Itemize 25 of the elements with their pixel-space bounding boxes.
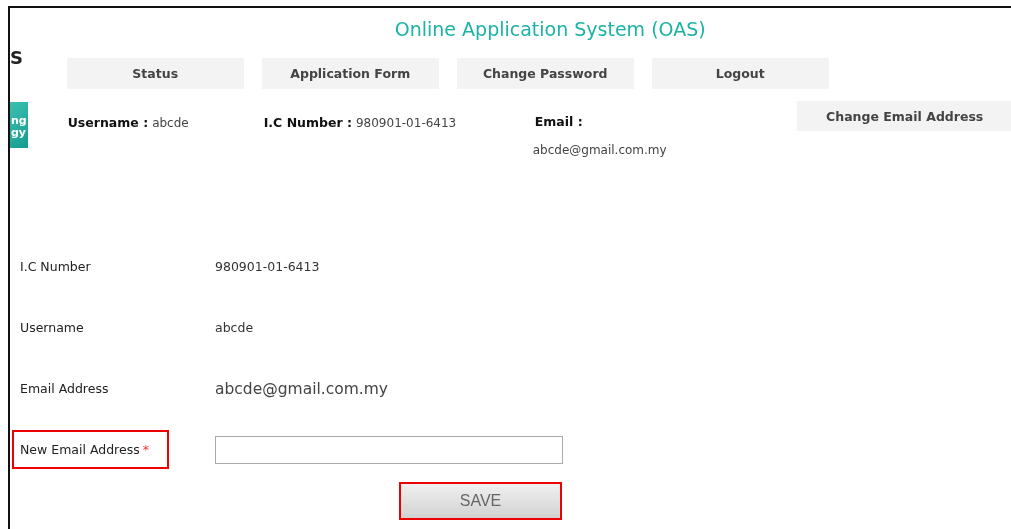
nav-button[interactable]: Change Password xyxy=(456,58,634,89)
required-mark: * xyxy=(142,442,149,457)
email-value: abcde@gmail.com.my xyxy=(532,143,668,157)
nav-button[interactable]: Status xyxy=(66,58,244,89)
nav-button[interactable]: Logout xyxy=(651,58,829,89)
username-value: abcde xyxy=(152,116,189,130)
change-email-button[interactable]: Change Email Address xyxy=(796,101,1011,131)
field-value: abcde xyxy=(215,320,254,335)
ic-number-label: I.C Number : xyxy=(263,115,352,130)
logo-text: ng xyxy=(10,115,28,127)
email-input-field[interactable] xyxy=(215,435,563,464)
field-value: 980901-01-6413 xyxy=(215,259,320,274)
save-button[interactable]: SAVE xyxy=(399,482,562,520)
field-label: New Email Address xyxy=(20,442,140,457)
field-value: abcde@gmail.com.my xyxy=(215,379,388,398)
email-label: Email : xyxy=(534,114,584,129)
field-label: Username xyxy=(20,320,84,335)
field-label: I.C Number xyxy=(20,259,91,274)
logo-text: S xyxy=(10,48,24,68)
field-label: Email Address xyxy=(20,381,109,396)
page-title: Online Application System (OAS) xyxy=(393,18,707,42)
nav-button[interactable]: Application Form xyxy=(261,58,439,89)
ic-number-value: 980901-01-6413 xyxy=(355,116,457,130)
username-label: Username : xyxy=(67,115,149,130)
logo-text: gy xyxy=(10,127,28,139)
